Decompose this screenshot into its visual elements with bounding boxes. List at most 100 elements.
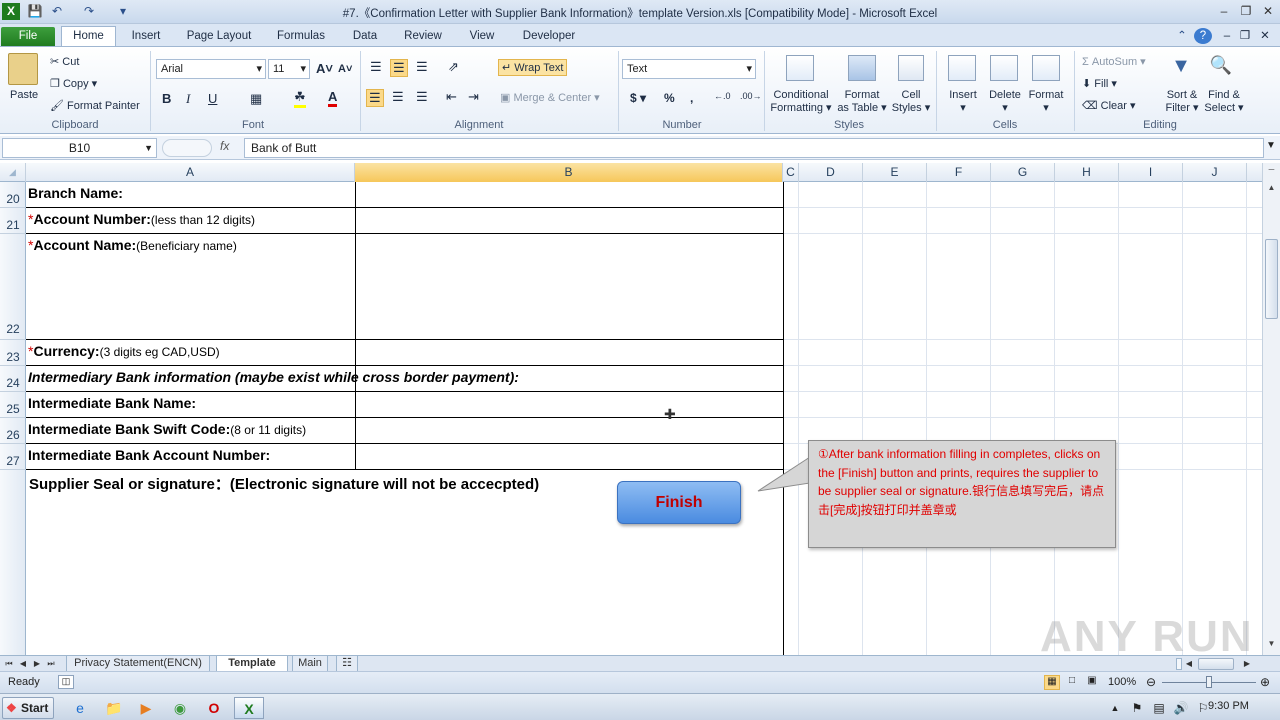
font-name-select[interactable]: Arial ▾: [156, 59, 266, 79]
tab-view[interactable]: View: [460, 27, 504, 47]
align-bottom-icon[interactable]: ☰: [416, 59, 428, 75]
tab-file[interactable]: File: [1, 27, 55, 47]
tab-page-layout[interactable]: Page Layout: [180, 27, 258, 47]
row-header-21[interactable]: 21: [0, 208, 26, 234]
find-select-button[interactable]: Find & Select ▾: [1202, 89, 1246, 115]
tab-developer[interactable]: Developer: [514, 27, 584, 47]
underline-icon[interactable]: U: [208, 91, 217, 106]
scroll-thumb[interactable]: [1265, 239, 1278, 319]
decrease-decimal-icon[interactable]: .00→: [740, 91, 762, 101]
zoom-in-icon[interactable]: ⊕: [1260, 675, 1270, 689]
volume-icon[interactable]: 🔊: [1172, 697, 1190, 719]
row-header-23[interactable]: 23: [0, 340, 26, 366]
column-header-a[interactable]: A: [26, 163, 355, 182]
binoculars-icon[interactable]: 🔍: [1208, 55, 1234, 81]
orientation-icon[interactable]: ⇗: [448, 59, 459, 75]
column-header-c[interactable]: C: [783, 163, 799, 182]
excel-taskbar-icon[interactable]: X: [234, 697, 264, 719]
column-header-i[interactable]: I: [1119, 163, 1183, 182]
align-left-icon[interactable]: ☰: [366, 89, 384, 107]
comma-icon[interactable]: ,: [690, 91, 693, 105]
cell-a27[interactable]: Intermediate Bank Account Number:: [28, 447, 270, 463]
shrink-font-icon[interactable]: A˅: [338, 63, 352, 75]
font-size-select[interactable]: 11 ▾: [268, 59, 310, 79]
align-middle-icon[interactable]: ☰: [390, 59, 408, 77]
bold-icon[interactable]: B: [162, 91, 171, 106]
font-color-icon[interactable]: A: [328, 89, 338, 107]
next-sheet-icon[interactable]: ▶: [32, 656, 42, 672]
workbook-close-icon[interactable]: ✕: [1258, 27, 1272, 47]
zoom-out-icon[interactable]: ⊖: [1146, 675, 1156, 689]
first-sheet-icon[interactable]: ⏮: [4, 656, 14, 672]
italic-icon[interactable]: I: [186, 91, 190, 107]
format-as-table-button[interactable]: Format as Table ▾: [836, 89, 888, 115]
redo-icon[interactable]: ↷: [80, 3, 98, 20]
insert-button[interactable]: Insert ▾: [944, 89, 982, 115]
media-player-icon[interactable]: ▶: [134, 697, 158, 719]
vertical-scrollbar[interactable]: ─ ▲ ▼: [1262, 163, 1280, 655]
tab-review[interactable]: Review: [398, 27, 448, 47]
number-format-select[interactable]: Text ▾: [622, 59, 756, 79]
restore-icon[interactable]: ❐: [1236, 3, 1256, 19]
conditional-formatting-button[interactable]: Conditional Formatting ▾: [770, 89, 832, 115]
column-header-h[interactable]: H: [1055, 163, 1119, 182]
conditional-formatting-icon[interactable]: [786, 55, 814, 81]
cell-a24[interactable]: Intermediary Bank information (maybe exi…: [28, 369, 519, 385]
explorer-icon[interactable]: 📁: [102, 697, 126, 719]
format-painter-button[interactable]: 🖌 Format Painter: [50, 99, 140, 112]
borders-icon[interactable]: ▦: [250, 91, 262, 107]
tab-formulas[interactable]: Formulas: [270, 27, 332, 47]
currency-icon[interactable]: $ ▾: [630, 91, 646, 105]
workbook-minimize-icon[interactable]: –: [1220, 27, 1234, 47]
undo-icon[interactable]: ↶: [48, 3, 66, 20]
formula-input[interactable]: Bank of Butt: [244, 138, 1264, 158]
column-header-e[interactable]: E: [863, 163, 927, 182]
network-icon[interactable]: ▤: [1150, 697, 1168, 719]
wrap-text-button[interactable]: ↵ Wrap Text: [498, 59, 568, 76]
column-header-d[interactable]: D: [799, 163, 863, 182]
column-header-f[interactable]: F: [927, 163, 991, 182]
scroll-right-icon[interactable]: ▶: [1242, 656, 1252, 672]
macro-record-icon[interactable]: ◫: [58, 675, 74, 689]
row-header-22[interactable]: 22: [0, 234, 26, 340]
paste-icon[interactable]: [8, 53, 38, 85]
sheet-tab-privacy[interactable]: Privacy Statement(ENCN): [66, 656, 210, 672]
page-break-view-icon[interactable]: ▣: [1084, 675, 1100, 690]
cell-a20[interactable]: Branch Name:: [28, 185, 123, 201]
cell-a22[interactable]: *Account Name:(Beneficiary name): [28, 237, 237, 253]
insert-function-icon[interactable]: fx: [220, 139, 242, 153]
align-top-icon[interactable]: ☰: [370, 59, 382, 75]
finish-button[interactable]: Finish: [617, 481, 741, 524]
cell-a26[interactable]: Intermediate Bank Swift Code:(8 or 11 di…: [28, 421, 306, 437]
format-as-table-icon[interactable]: [848, 55, 876, 81]
cell-a28-seal[interactable]: Supplier Seal or signature：(Electronic s…: [29, 473, 539, 494]
autosum-button[interactable]: Σ AutoSum ▾: [1082, 55, 1146, 68]
help-icon[interactable]: ?: [1194, 28, 1212, 44]
row-header-20[interactable]: 20: [0, 182, 26, 208]
workbook-restore-icon[interactable]: ❐: [1238, 27, 1252, 47]
merge-center-button[interactable]: ▣ Merge & Center ▾: [500, 91, 600, 104]
sort-filter-icon[interactable]: ▼: [1168, 55, 1194, 81]
cell-styles-icon[interactable]: [898, 55, 924, 81]
opera-icon[interactable]: O: [202, 697, 226, 719]
split-box-icon[interactable]: ─: [1265, 165, 1278, 179]
cell-styles-button[interactable]: Cell Styles ▾: [890, 89, 932, 115]
show-hidden-icons-icon[interactable]: ▲: [1108, 697, 1122, 719]
sheet-tab-template[interactable]: Template: [216, 656, 288, 672]
delete-button[interactable]: Delete ▾: [986, 89, 1024, 115]
decrease-indent-icon[interactable]: ⇤: [446, 89, 457, 105]
column-header-b[interactable]: B: [355, 163, 783, 182]
sort-filter-button[interactable]: Sort & Filter ▾: [1160, 89, 1204, 115]
chrome-icon[interactable]: ◉: [168, 697, 192, 719]
align-right-icon[interactable]: ☰: [416, 89, 428, 105]
page-layout-view-icon[interactable]: □: [1064, 675, 1080, 690]
column-header-j[interactable]: J: [1183, 163, 1247, 182]
insert-cells-icon[interactable]: [948, 55, 976, 81]
delete-cells-icon[interactable]: [990, 55, 1018, 81]
format-button[interactable]: Format ▾: [1026, 89, 1066, 115]
name-box[interactable]: B10 ▼: [2, 138, 157, 158]
minimize-icon[interactable]: –: [1214, 3, 1234, 19]
worksheet-grid[interactable]: Branch Name: *Account Number:(less than …: [26, 182, 1262, 655]
copy-button[interactable]: ❐ Copy ▾: [50, 77, 97, 90]
start-button[interactable]: ❖ Start: [2, 697, 54, 719]
